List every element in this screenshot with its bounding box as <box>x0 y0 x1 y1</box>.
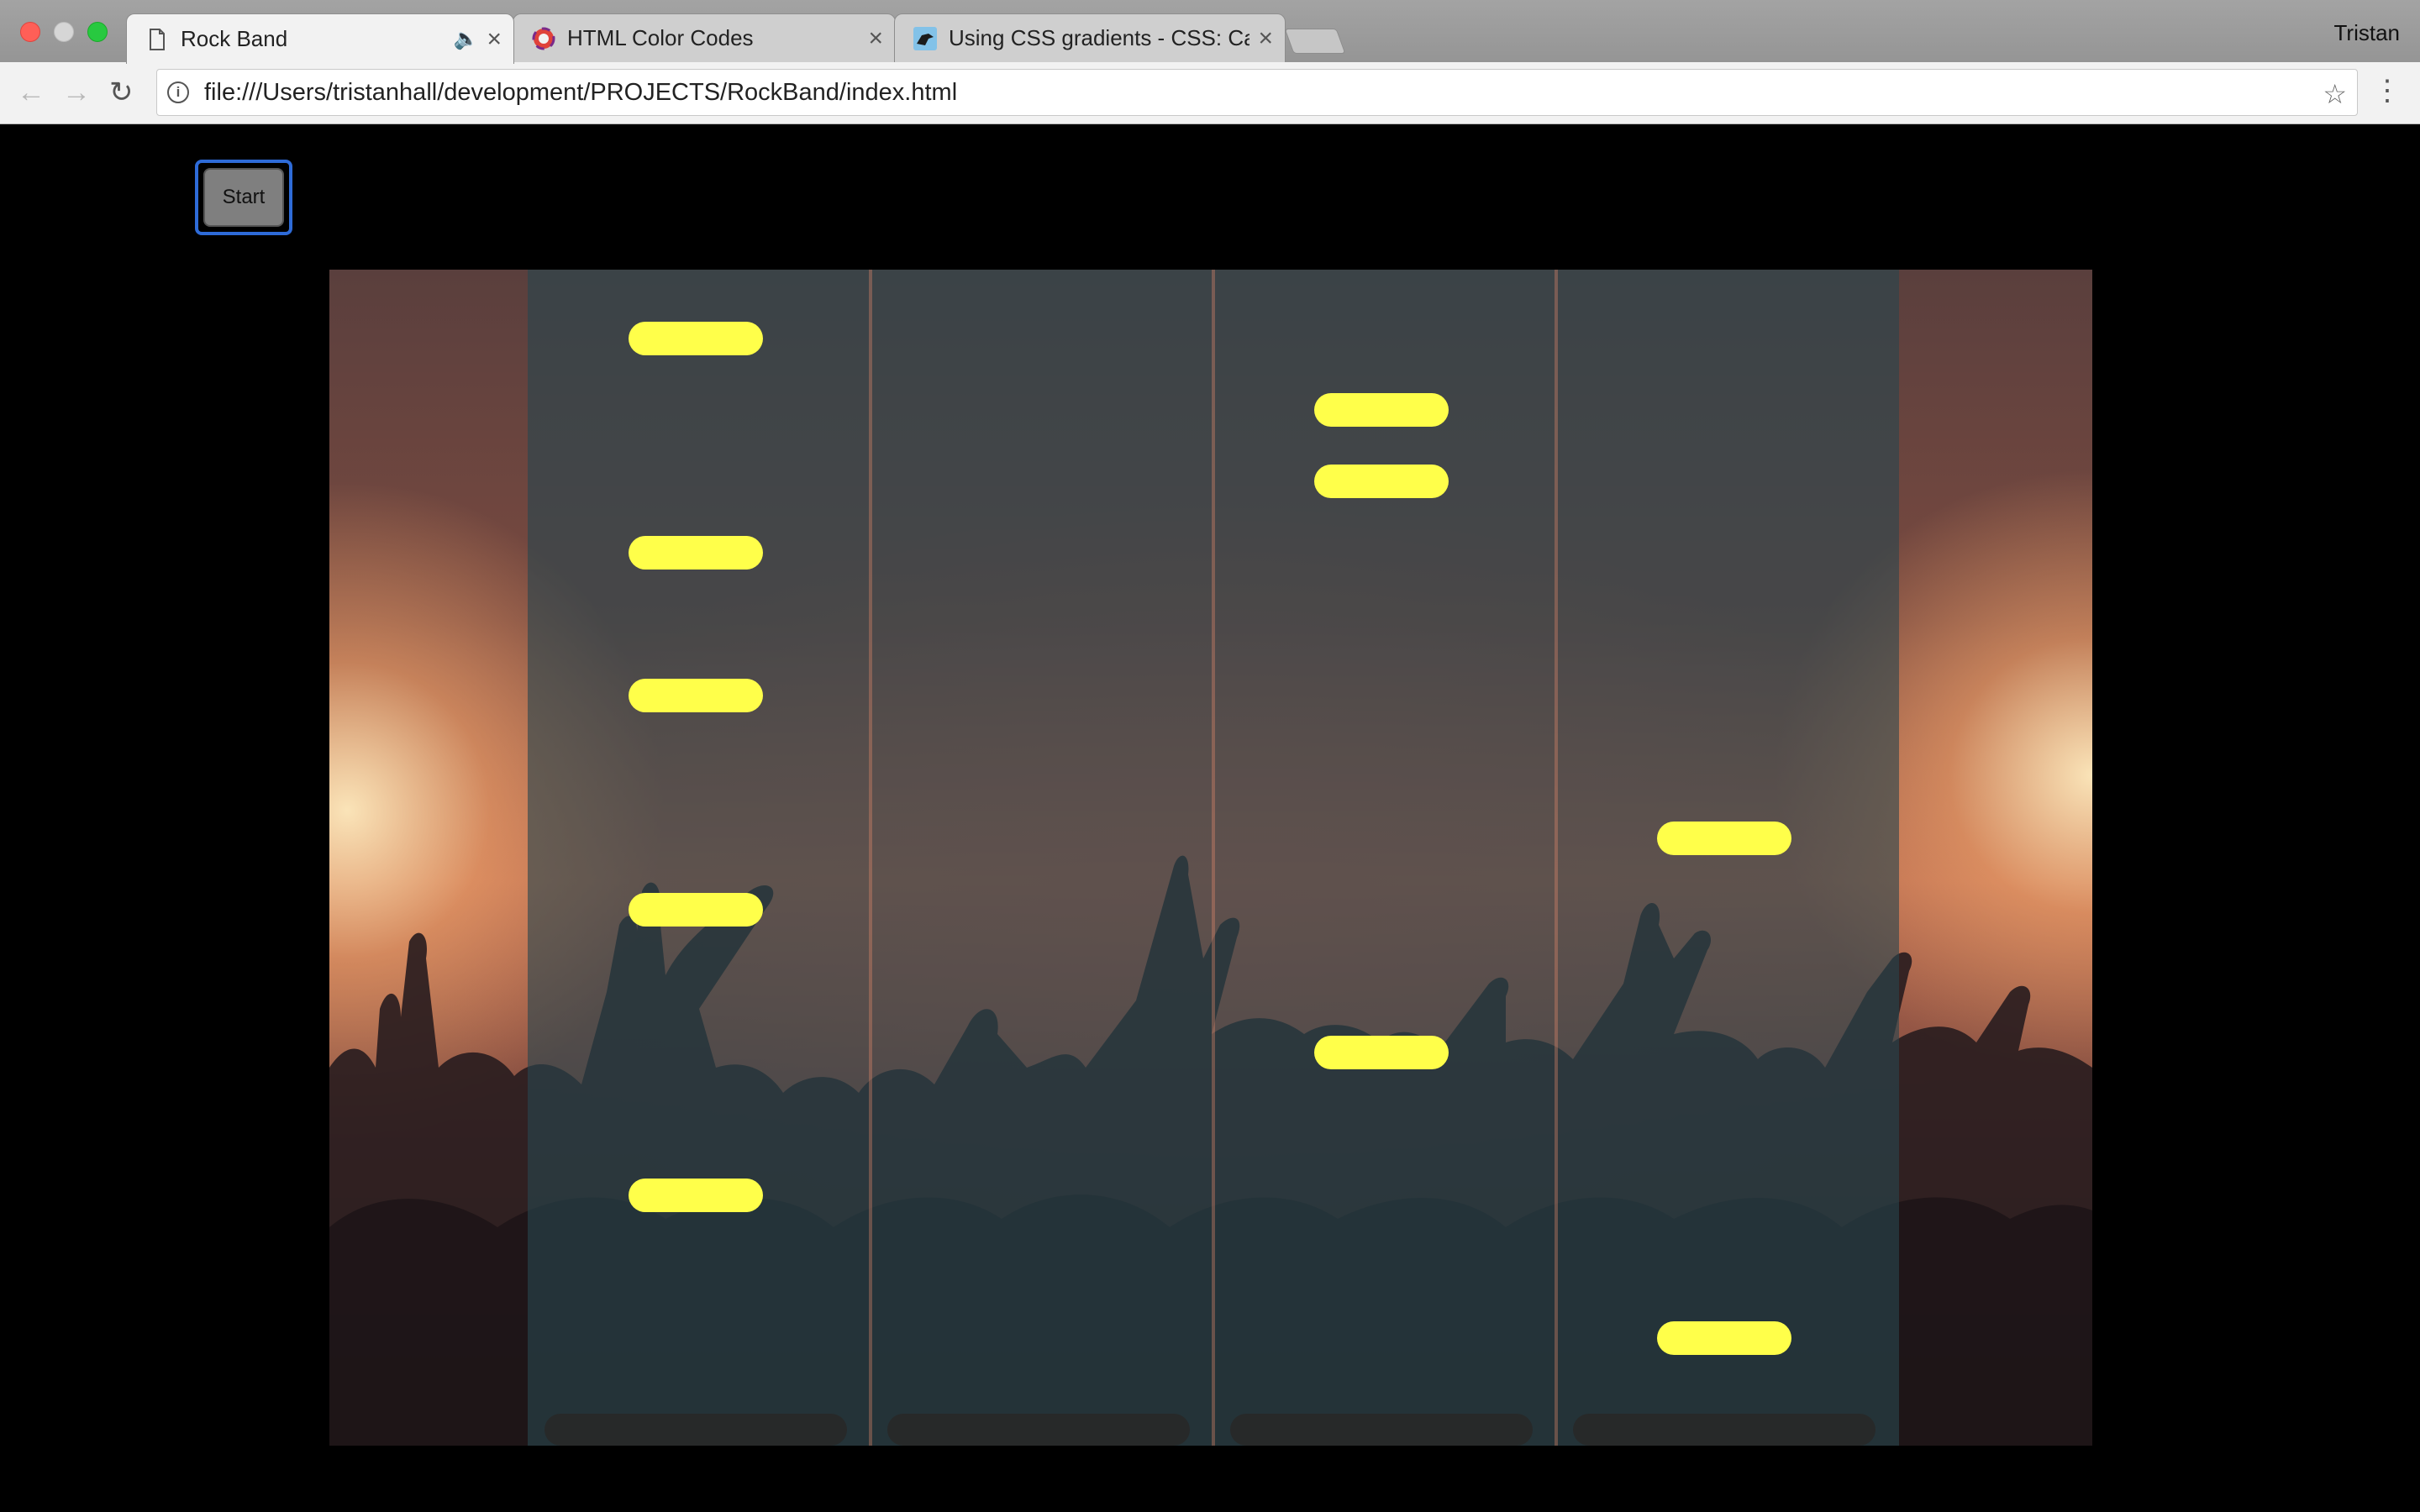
lane-1 <box>528 270 871 1446</box>
reload-icon[interactable]: ↻ <box>109 77 134 108</box>
colorwheel-icon <box>532 27 555 50</box>
lane-1-hit-target[interactable] <box>544 1414 847 1446</box>
menu-dots-icon[interactable]: ⋮ <box>2373 76 2402 106</box>
note <box>1314 1036 1449 1069</box>
page-content: Start <box>0 124 2420 1512</box>
tab-rock-band[interactable]: Rock Band 🔈 × <box>126 13 514 64</box>
page-icon <box>145 28 169 51</box>
lane-2 <box>871 270 1213 1446</box>
tab-html-color-codes[interactable]: HTML Color Codes × <box>513 13 896 62</box>
start-button-focus-ring: Start <box>195 160 292 235</box>
back-arrow-icon[interactable]: ← <box>17 77 45 108</box>
tab-label: Rock Band <box>181 26 288 51</box>
new-tab-button[interactable] <box>1284 29 1346 54</box>
lane-divider <box>1555 270 1558 1446</box>
mdn-dino-icon <box>913 26 937 50</box>
tab-close-icon[interactable]: × <box>868 24 883 53</box>
forward-arrow-icon[interactable]: → <box>62 77 91 108</box>
browser-toolbar: ← → ↻ i file:///Users/tristanhall/develo… <box>0 62 2420 124</box>
address-bar[interactable]: i file:///Users/tristanhall/development/… <box>156 69 2358 116</box>
tab-css-gradients[interactable]: Using CSS gradients - CSS: Ca × <box>894 13 1286 62</box>
start-button[interactable]: Start <box>203 168 284 227</box>
url-text[interactable]: file:///Users/tristanhall/development/PR… <box>204 79 957 107</box>
note <box>629 893 763 927</box>
note <box>1314 465 1449 498</box>
lane-2-hit-target[interactable] <box>887 1414 1190 1446</box>
info-icon[interactable]: i <box>167 81 189 103</box>
profile-name[interactable]: Tristan <box>2334 20 2401 46</box>
note <box>1657 1321 1791 1355</box>
note <box>629 536 763 570</box>
lane-4 <box>1556 270 1899 1446</box>
tab-label: HTML Color Codes <box>567 25 754 50</box>
note <box>629 679 763 712</box>
lane-3-hit-target[interactable] <box>1230 1414 1533 1446</box>
note <box>1657 822 1791 855</box>
window-maximize-button[interactable] <box>87 22 108 42</box>
window-minimize-button[interactable] <box>54 22 74 42</box>
window-close-button[interactable] <box>20 22 40 42</box>
lane-4-hit-target[interactable] <box>1573 1414 1876 1446</box>
lane-divider <box>869 270 872 1446</box>
note <box>629 1179 763 1212</box>
tab-close-icon[interactable]: × <box>487 25 502 54</box>
lane-3 <box>1213 270 1556 1446</box>
bookmark-star-icon[interactable]: ☆ <box>2323 78 2347 110</box>
browser-titlebar: Rock Band 🔈 × HTML Color Codes × Using C… <box>0 0 2420 64</box>
tab-close-icon[interactable]: × <box>1258 24 1273 53</box>
speaker-icon[interactable]: 🔈 <box>454 27 479 51</box>
tab-label: Using CSS gradients - CSS: Ca <box>949 25 1250 50</box>
note <box>629 322 763 355</box>
game-stage <box>329 270 2092 1446</box>
lane-divider <box>1212 270 1215 1446</box>
note <box>1314 393 1449 427</box>
